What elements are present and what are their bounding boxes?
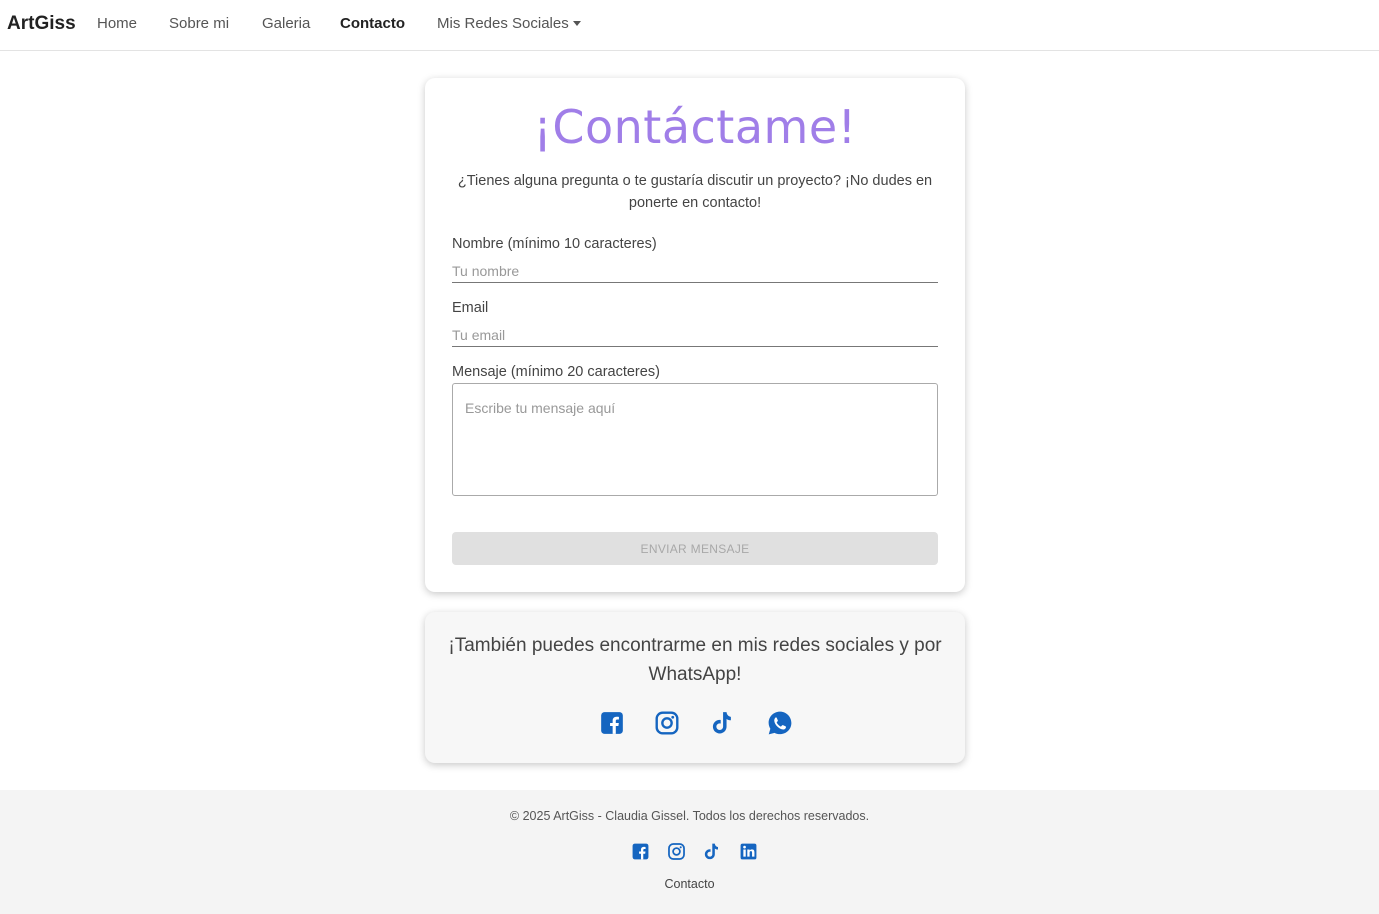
message-field[interactable] bbox=[452, 383, 938, 496]
social-card: ¡También puedes encontrarme en mis redes… bbox=[425, 612, 965, 763]
facebook-icon[interactable] bbox=[599, 710, 625, 736]
tiktok-icon[interactable] bbox=[709, 710, 735, 736]
caret-down-icon bbox=[572, 20, 581, 26]
contact-intro: ¿Tienes alguna pregunta o te gustaría di… bbox=[457, 173, 933, 211]
contact-form-card: ¡Contáctame! ¿Tienes alguna pregunta o t… bbox=[425, 78, 965, 592]
email-field[interactable] bbox=[452, 323, 938, 347]
send-message-button[interactable]: ENVIAR MENSAJE bbox=[452, 532, 938, 565]
social-icons bbox=[425, 710, 965, 740]
tiktok-icon[interactable] bbox=[702, 842, 721, 861]
email-label: Email bbox=[452, 300, 489, 316]
instagram-icon[interactable] bbox=[654, 710, 680, 736]
nav-galeria[interactable]: Galeria bbox=[262, 15, 310, 32]
nav-redes-dropdown[interactable]: Mis Redes Sociales bbox=[437, 15, 581, 32]
footer-contact-link[interactable]: Contacto bbox=[0, 877, 1379, 891]
name-field[interactable] bbox=[452, 259, 938, 283]
navbar: ArtGiss Home Sobre mi Galeria Contacto M… bbox=[0, 0, 1379, 51]
social-text: ¡También puedes encontrarme en mis redes… bbox=[448, 635, 942, 685]
linkedin-icon[interactable] bbox=[739, 842, 758, 861]
name-label: Nombre (mínimo 10 caracteres) bbox=[452, 236, 657, 252]
nav-contacto[interactable]: Contacto bbox=[340, 15, 405, 32]
instagram-icon[interactable] bbox=[667, 842, 686, 861]
page-title: ¡Contáctame! bbox=[533, 100, 857, 154]
message-label: Mensaje (mínimo 20 caracteres) bbox=[452, 364, 660, 380]
brand-logo[interactable]: ArtGiss bbox=[7, 13, 76, 35]
facebook-icon[interactable] bbox=[631, 842, 650, 861]
nav-home[interactable]: Home bbox=[97, 15, 137, 32]
nav-sobre-mi[interactable]: Sobre mi bbox=[169, 15, 229, 32]
nav-redes-label: Mis Redes Sociales bbox=[437, 15, 569, 32]
copyright-text: © 2025 ArtGiss - Claudia Gissel. Todos l… bbox=[509, 809, 870, 823]
whatsapp-icon[interactable] bbox=[767, 710, 793, 736]
footer: © 2025 ArtGiss - Claudia Gissel. Todos l… bbox=[0, 790, 1379, 914]
